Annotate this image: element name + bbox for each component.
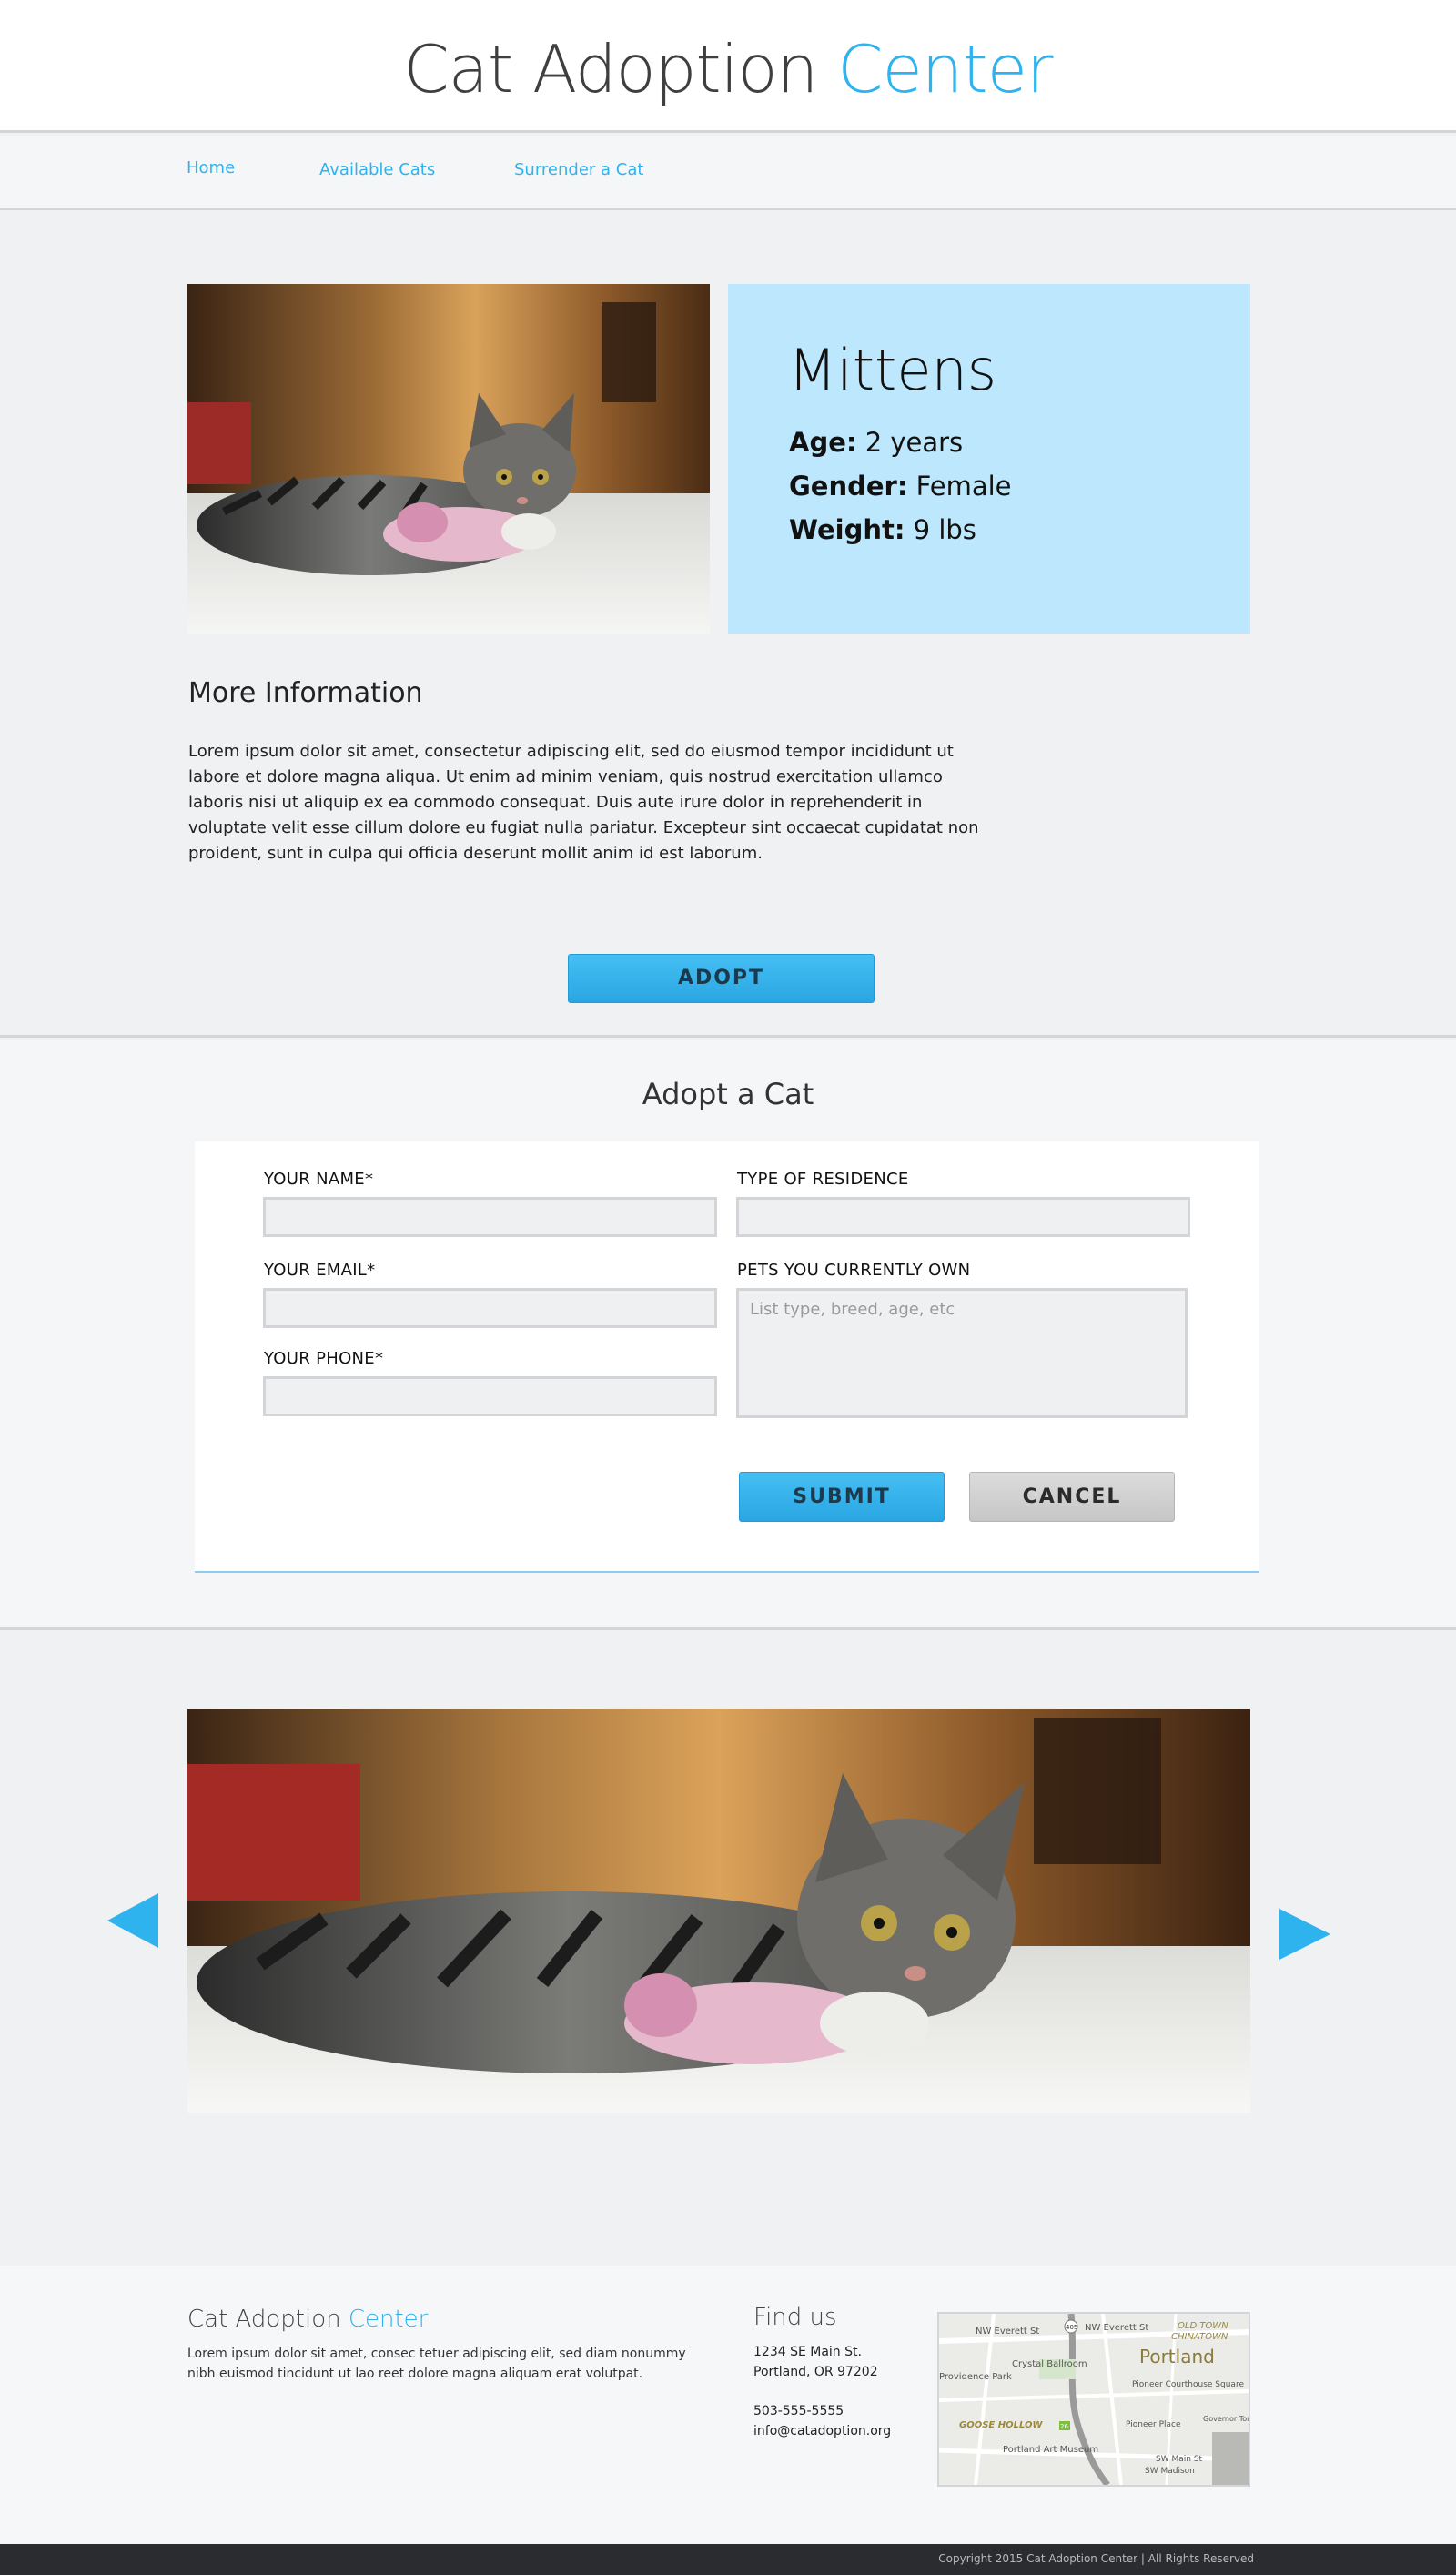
footer-email[interactable]: info@catadoption.org [753, 2424, 891, 2438]
main-nav: Home Available Cats Surrender a Cat [0, 136, 1456, 210]
map-label-12: SW Madison [1145, 2467, 1195, 2476]
map-label-3: CHINATOWN [1171, 2332, 1228, 2342]
site-title-main: Cat Adoption [403, 31, 838, 107]
map-label-1: NW Everett St [1085, 2323, 1148, 2333]
pets-label: PETS YOU CURRENTLY OWN [737, 1261, 971, 1280]
footer-title: Cat Adoption Center [187, 2306, 428, 2333]
carousel-image [187, 1709, 1250, 2113]
submit-button[interactable]: SUBMIT [739, 1472, 945, 1522]
email-label: YOUR EMAIL* [264, 1261, 376, 1280]
find-us-heading: Find us [753, 2304, 837, 2331]
site-header: Cat Adoption Center [0, 0, 1456, 133]
name-field[interactable] [263, 1197, 717, 1237]
cat-weight-value: 9 lbs [913, 514, 976, 545]
nav-link-home[interactable]: Home [187, 158, 235, 177]
adopt-form-section: Adopt a Cat YOUR NAME* YOUR EMAIL* YOUR … [0, 1040, 1456, 1630]
map-label-10: Governor Tom McCall Waterfront [1203, 2415, 1249, 2423]
footer-text: Lorem ipsum dolor sit amet, consec tetue… [187, 2347, 686, 2381]
phone-label: YOUR PHONE* [264, 1349, 384, 1368]
map-label-0: NW Everett St [976, 2327, 1039, 2337]
residence-field[interactable] [736, 1197, 1190, 1237]
cancel-button[interactable]: CANCEL [969, 1472, 1175, 1522]
cat-photo [187, 284, 710, 634]
map-label-7: Pioneer Place [1126, 2420, 1181, 2429]
address-line-2: Portland, OR 97202 [753, 2365, 878, 2379]
cat-name: Mittens [788, 337, 997, 403]
adopt-button[interactable]: ADOPT [568, 954, 875, 1003]
cat-info-box: Mittens Age: 2 years Gender: Female Weig… [728, 284, 1250, 634]
cat-weight: Weight: 9 lbs [789, 514, 976, 545]
map-label-13: 405 [1066, 2324, 1077, 2331]
cat-weight-label: Weight: [789, 514, 905, 545]
carousel-next-icon[interactable] [1279, 1909, 1330, 1960]
residence-label: TYPE OF RESIDENCE [737, 1170, 909, 1189]
cat-age-label: Age: [789, 427, 857, 458]
cat-gender-label: Gender: [789, 471, 908, 502]
cat-gender: Gender: Female [789, 471, 1012, 502]
location-map[interactable]: NW Everett St NW Everett St OLD TOWN CHI… [937, 2312, 1250, 2487]
carousel-prev-icon[interactable] [107, 1893, 158, 1948]
cat-gender-value: Female [915, 471, 1012, 502]
footer-title-accent: Center [348, 2306, 429, 2333]
copyright-text: Copyright 2015 Cat Adoption Center | All… [938, 2552, 1254, 2565]
pets-field[interactable] [736, 1288, 1188, 1418]
more-info-text: Lorem ipsum dolor sit amet, consectetur … [188, 742, 979, 863]
map-label-9: Portland Art Museum [1003, 2445, 1098, 2455]
footer-phone: 503-555-5555 [753, 2404, 844, 2418]
map-image: NW Everett St NW Everett St OLD TOWN CHI… [939, 2314, 1249, 2485]
cat-profile-section: Mittens Age: 2 years Gender: Female Weig… [0, 213, 1456, 1038]
nav-link-available-cats[interactable]: Available Cats [319, 160, 435, 179]
name-label: YOUR NAME* [264, 1170, 374, 1189]
footer-title-main: Cat Adoption [187, 2306, 349, 2333]
adopt-form-title: Adopt a Cat [642, 1077, 814, 1111]
site-title-accent: Center [837, 31, 1053, 107]
carousel-cat-photo [187, 1709, 1250, 2113]
map-label-11: SW Main St [1156, 2455, 1203, 2464]
phone-field[interactable] [263, 1376, 717, 1416]
address-line-1: 1234 SE Main St. [753, 2345, 862, 2359]
map-label-6: Pioneer Courthouse Square [1132, 2380, 1244, 2389]
cat-age-value: 2 years [864, 427, 964, 458]
adopt-form: YOUR NAME* YOUR EMAIL* YOUR PHONE* TYPE … [195, 1141, 1259, 1573]
cat-age: Age: 2 years [789, 427, 963, 458]
map-city-label: Portland [1139, 2346, 1215, 2367]
copyright-bar: Copyright 2015 Cat Adoption Center | All… [0, 2544, 1456, 2575]
site-footer: Cat Adoption Center Lorem ipsum dolor si… [0, 2266, 1456, 2544]
email-field[interactable] [263, 1288, 717, 1328]
map-label-8: GOOSE HOLLOW [959, 2420, 1043, 2430]
more-info-heading: More Information [188, 677, 423, 709]
cat-photo-image [187, 284, 710, 634]
cat-carousel [0, 1633, 1456, 2266]
map-label-2: OLD TOWN [1178, 2321, 1228, 2331]
site-title: Cat Adoption Center [0, 31, 1456, 107]
nav-link-surrender-cat[interactable]: Surrender a Cat [514, 160, 643, 179]
map-label-14: 26 [1060, 2423, 1068, 2430]
map-label-4: Crystal Ballroom [1012, 2359, 1087, 2369]
map-label-5: Providence Park [939, 2372, 1012, 2382]
